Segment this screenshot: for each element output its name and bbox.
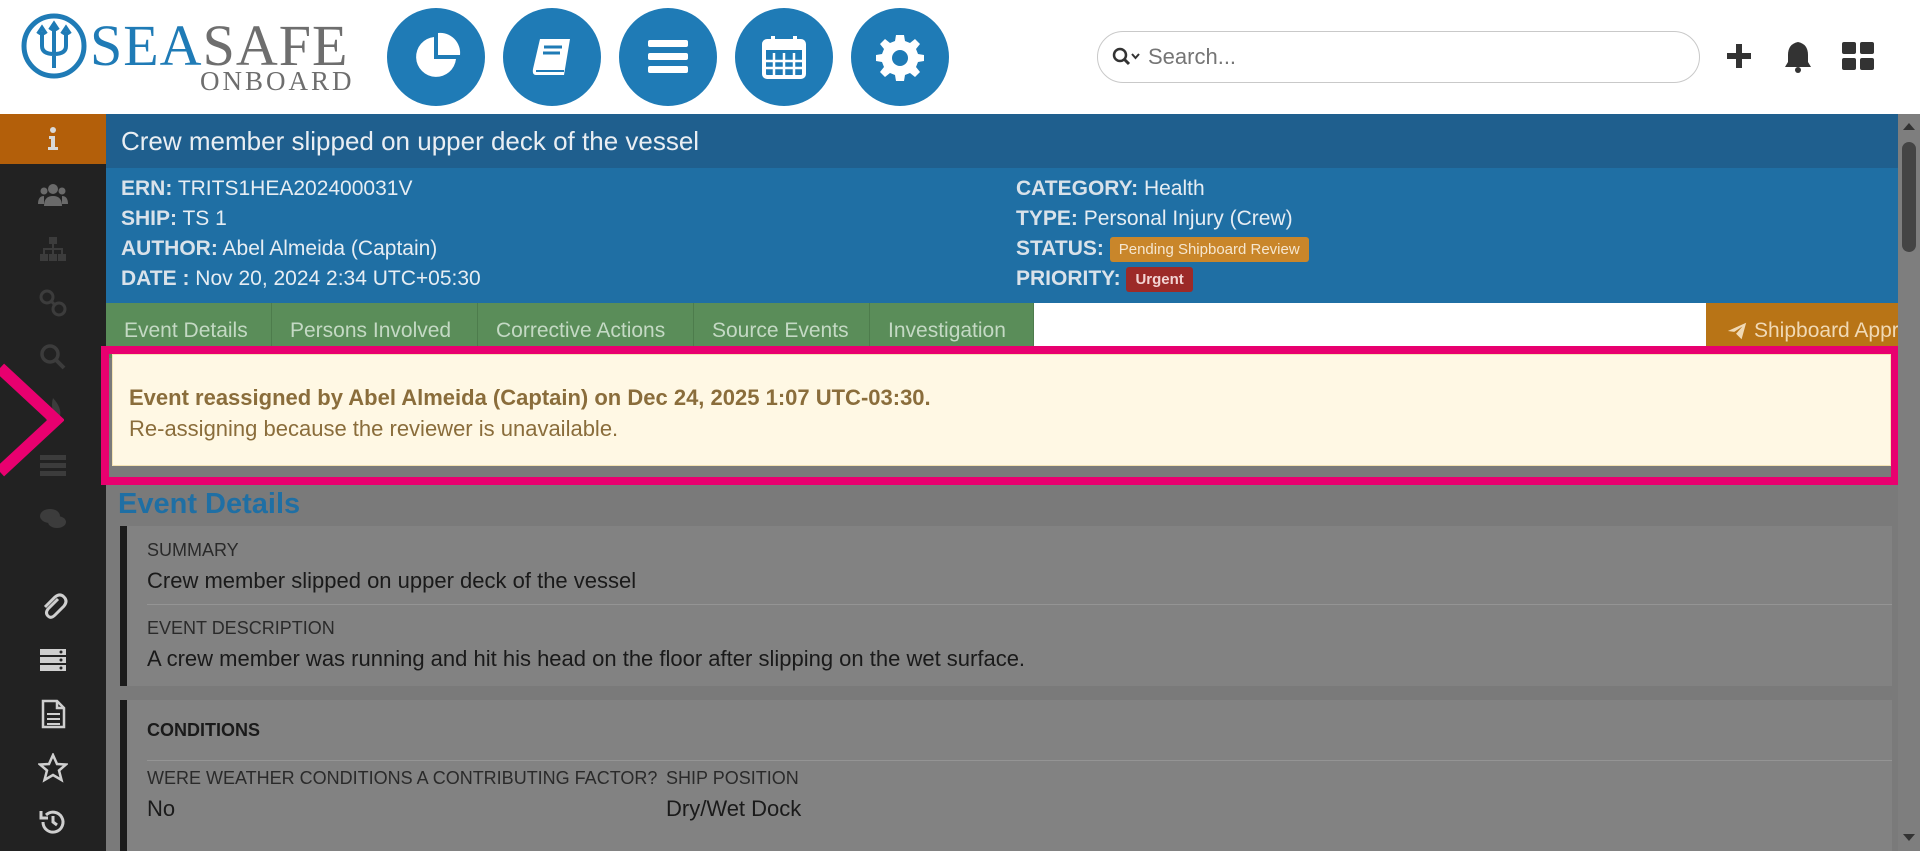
nav-menu-button[interactable]: [619, 8, 717, 106]
weather-label: WERE WEATHER CONDITIONS A CONTRIBUTING F…: [147, 768, 658, 788]
ship-field: SHIP: TS 1: [121, 207, 227, 231]
tab-label: Investigation: [888, 318, 1006, 342]
sidebar-item-records[interactable]: [0, 635, 106, 685]
search-input[interactable]: [1148, 44, 1668, 70]
status-badge: Pending Shipboard Review: [1109, 237, 1309, 262]
bell-icon: [1785, 42, 1811, 73]
sidebar-item-favorites[interactable]: [0, 743, 106, 793]
sidebar-item-organization[interactable]: [0, 224, 106, 274]
scroll-up-icon[interactable]: [1902, 120, 1916, 132]
event-description-label: EVENT DESCRIPTION: [147, 618, 335, 638]
link-icon: [39, 289, 67, 317]
status-field: STATUS: Pending Shipboard Review: [1016, 237, 1309, 262]
weather-value: No: [147, 796, 176, 821]
top-header: SEASAFE ONBOARD: [0, 0, 1920, 114]
comments-icon: [40, 509, 66, 528]
plus-icon: [1727, 44, 1751, 68]
history-icon: [39, 810, 65, 834]
menu-icon: [648, 40, 688, 73]
ship-position-label: SHIP POSITION: [666, 768, 799, 788]
nav-settings-button[interactable]: [851, 8, 949, 106]
author-label: AUTHOR:: [121, 237, 218, 260]
sidebar-item-documents[interactable]: [0, 689, 106, 739]
type-label: TYPE:: [1016, 207, 1078, 230]
tab-label: Source Events: [712, 318, 849, 342]
date-field: DATE : Nov 20, 2024 2:34 UTC+05:30: [121, 267, 481, 291]
card-divider: [147, 604, 1892, 605]
sidebar-item-attachments[interactable]: [0, 581, 106, 631]
summary-card: SUMMARY Crew member slipped on upper dec…: [120, 526, 1892, 686]
sidebar-item-users[interactable]: [0, 170, 106, 220]
logo-sea-text: SEA: [90, 13, 203, 78]
ern-field: ERN: TRITS1HEA202400031V: [121, 177, 412, 201]
grid-icon: [1842, 42, 1874, 70]
tab-label: Persons Involved: [290, 318, 452, 342]
seasafe-logo[interactable]: SEASAFE ONBOARD: [20, 12, 352, 96]
book-icon: [532, 39, 570, 75]
priority-label: PRIORITY:: [1016, 267, 1121, 291]
status-label: STATUS:: [1016, 237, 1104, 261]
scroll-thumb[interactable]: [1902, 142, 1916, 252]
author-field: AUTHOR: Abel Almeida (Captain): [121, 237, 437, 261]
left-sidebar: [0, 114, 106, 851]
scroll-down-icon[interactable]: [1902, 832, 1916, 844]
notifications-button[interactable]: [1778, 36, 1818, 76]
conditions-card: CONDITIONS WERE WEATHER CONDITIONS A CON…: [120, 700, 1892, 851]
highlight-box: [101, 346, 1899, 485]
type-field: TYPE: Personal Injury (Crew): [1016, 207, 1293, 231]
logo-onboard-text: ONBOARD: [200, 66, 355, 96]
highlight-arrow-icon: [0, 363, 64, 477]
ern-label: ERN:: [121, 177, 173, 200]
apps-grid-button[interactable]: [1838, 36, 1878, 76]
category-value: Health: [1143, 177, 1205, 200]
paper-plane-icon: [1727, 322, 1747, 339]
document-icon: [41, 699, 66, 729]
sidebar-item-info[interactable]: [0, 114, 106, 164]
sidebar-item-comments[interactable]: [0, 494, 106, 544]
ern-value: TRITS1HEA202400031V: [177, 177, 413, 200]
tab-label: Corrective Actions: [496, 318, 666, 342]
event-info-panel: ERN: TRITS1HEA202400031V SHIP: TS 1 AUTH…: [106, 168, 1898, 303]
event-description-value: A crew member was running and hit his he…: [147, 646, 1026, 671]
star-icon: [38, 753, 68, 783]
nav-dashboard-button[interactable]: [387, 8, 485, 106]
nav-manual-button[interactable]: [503, 8, 601, 106]
priority-field: PRIORITY: Urgent: [1016, 267, 1193, 292]
add-button[interactable]: [1719, 36, 1759, 76]
card-divider: [147, 760, 1892, 761]
category-field: CATEGORY: Health: [1016, 177, 1205, 201]
search-bar[interactable]: [1097, 31, 1700, 83]
page-scrollbar[interactable]: [1898, 114, 1920, 851]
ship-position-value: Dry/Wet Dock: [666, 796, 802, 821]
priority-badge: Urgent: [1126, 267, 1193, 292]
info-icon: [48, 127, 58, 150]
nav-calendar-button[interactable]: [735, 8, 833, 106]
event-title: Crew member slipped on upper deck of the…: [121, 125, 700, 156]
tab-label: Event Details: [124, 318, 248, 342]
sidebar-item-history[interactable]: [0, 797, 106, 847]
paperclip-icon: [43, 593, 68, 619]
author-value: Abel Almeida (Captain): [222, 237, 438, 260]
section-title-event-details: Event Details: [118, 488, 301, 520]
date-value: Nov 20, 2024 2:34 UTC+05:30: [195, 267, 481, 290]
gear-icon: [876, 35, 924, 81]
org-chart-icon: [40, 237, 66, 261]
category-label: CATEGORY:: [1016, 177, 1139, 200]
sidebar-item-links[interactable]: [0, 278, 106, 328]
ship-label: SHIP:: [121, 207, 178, 230]
conditions-title: CONDITIONS: [147, 720, 261, 740]
trident-logo-icon: [21, 13, 87, 79]
users-icon: [38, 184, 68, 206]
calendar-icon: [762, 36, 806, 79]
date-label: DATE :: [121, 267, 190, 290]
stack-icon: [40, 649, 66, 671]
shipboard-approval-label: Shipboard Approval: [1754, 318, 1920, 342]
summary-value: Crew member slipped on upper deck of the…: [147, 568, 637, 593]
event-title-bar: Crew member slipped on upper deck of the…: [106, 114, 1898, 168]
search-icon: [1112, 47, 1140, 66]
pie-chart-icon: [416, 32, 461, 77]
type-value: Personal Injury (Crew): [1083, 207, 1293, 230]
summary-label: SUMMARY: [147, 540, 239, 560]
ship-value: TS 1: [182, 207, 227, 230]
